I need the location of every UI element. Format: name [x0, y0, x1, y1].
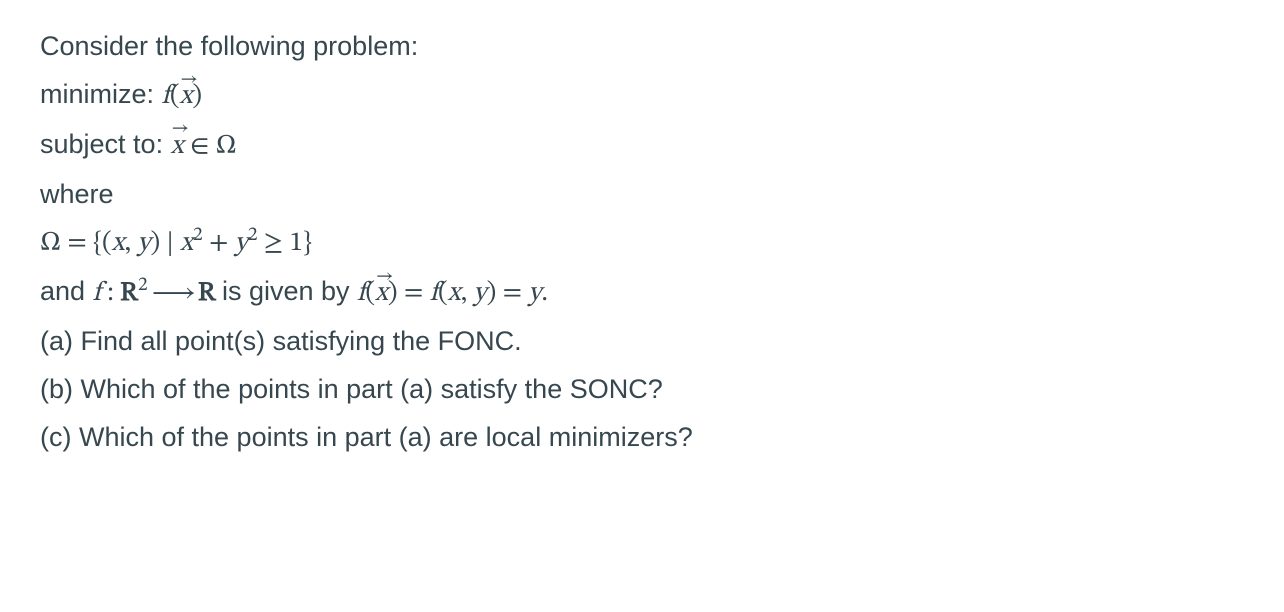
geq-one: ≥ 1}	[257, 230, 311, 257]
x-arg: x	[448, 280, 461, 307]
f-definition: and f : R2 ⟶ R is given by f(x) = f(x, y…	[40, 271, 1244, 315]
minimize-expr: f(x)	[162, 83, 203, 110]
vec-x-subject: x	[171, 126, 184, 168]
colon: :	[101, 280, 120, 307]
part-c: (c) Which of the points in part (a) are …	[40, 417, 1244, 459]
y-squared-base: y	[235, 230, 248, 257]
f-symbol: f	[162, 83, 170, 110]
omega-symbol: Ω	[216, 133, 237, 160]
R-domain: R	[120, 280, 138, 307]
and-text: and	[40, 276, 93, 306]
subject-expr: x ∈ Ω	[171, 133, 237, 160]
equals1: =	[398, 280, 430, 307]
y-rhs: y	[528, 280, 541, 307]
map-arrow: ⟶	[148, 280, 198, 307]
minimize-label: minimize:	[40, 79, 162, 109]
set-mid: ) |	[151, 230, 181, 257]
period: .	[541, 280, 548, 307]
plus: +	[203, 230, 235, 257]
R-codomain: R	[198, 280, 216, 307]
f-eq-expr: f(x) = f(x, y) = y.	[357, 280, 548, 307]
omega-lhs: Ω = {(	[40, 230, 112, 257]
open-paren3: (	[438, 280, 448, 307]
f-sym: f	[93, 280, 101, 307]
minimize-line: minimize: f(x)	[40, 74, 1244, 118]
omega-def-expr: Ω = {(x, y) | x2 + y2 ≥ 1}	[40, 230, 312, 257]
comma: ,	[125, 230, 138, 257]
x-var: x	[112, 230, 125, 257]
equals2: =	[496, 280, 528, 307]
subject-to-line: subject to: x ∈ Ω	[40, 124, 1244, 168]
given-by-text: is given by	[222, 276, 357, 306]
f-sym3: f	[430, 280, 438, 307]
intro-text: Consider the following problem:	[40, 26, 1244, 68]
comma2: ,	[461, 280, 474, 307]
y-arg: y	[474, 280, 487, 307]
where-text: where	[40, 174, 1244, 216]
open-paren2: (	[365, 280, 375, 307]
y-squared-exp: 2	[248, 225, 258, 245]
omega-definition: Ω = {(x, y) | x2 + y2 ≥ 1}	[40, 221, 1244, 265]
part-b: (b) Which of the points in part (a) sati…	[40, 369, 1244, 411]
y-var: y	[137, 230, 150, 257]
f-map-expr: f : R2 ⟶ R	[93, 280, 222, 307]
vec-x-fdef: x	[375, 273, 388, 315]
open-paren: (	[170, 83, 180, 110]
close-paren3: )	[487, 280, 497, 307]
vec-x: x	[179, 76, 192, 118]
x-squared-exp: 2	[193, 225, 203, 245]
R-domain-exp: 2	[138, 275, 148, 295]
subject-label: subject to:	[40, 129, 171, 159]
x-squared-base: x	[180, 230, 193, 257]
part-a: (a) Find all point(s) satisfying the FON…	[40, 321, 1244, 363]
